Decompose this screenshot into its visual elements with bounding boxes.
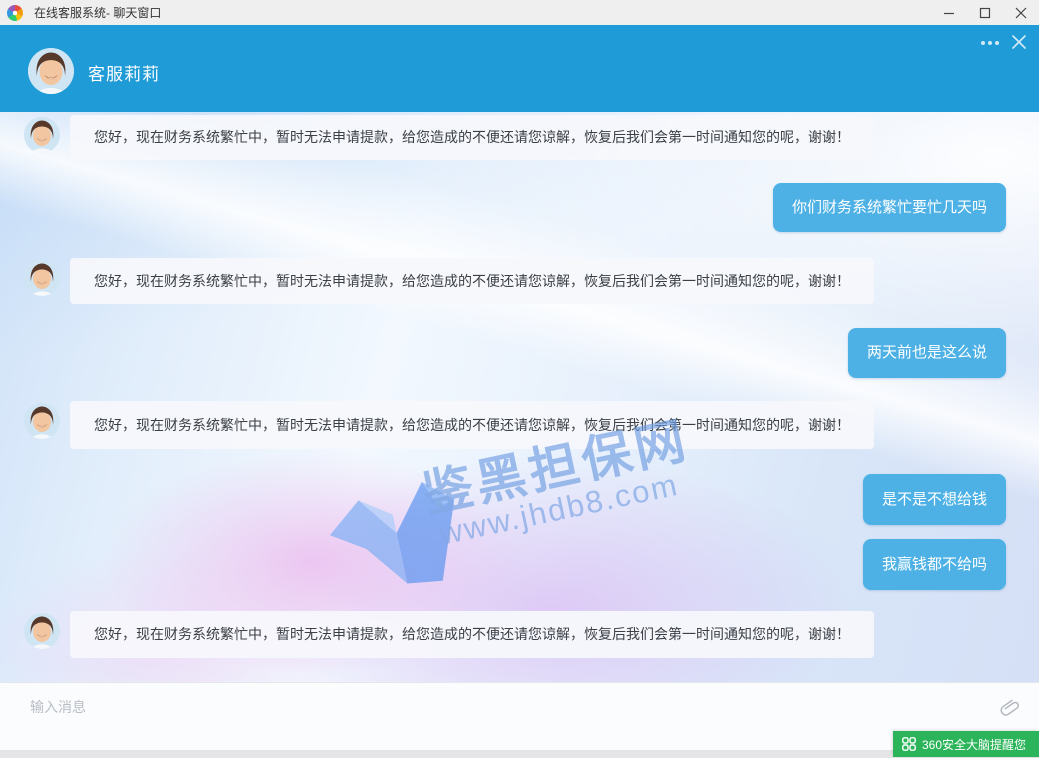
message-input[interactable]: [0, 683, 1039, 750]
window-controls: [931, 0, 1039, 25]
dot: [988, 41, 992, 45]
attachment-button[interactable]: [999, 697, 1021, 719]
close-icon: [1015, 7, 1027, 19]
security-notice-button[interactable]: 360安全大脑提醒您: [893, 731, 1039, 757]
minimize-button[interactable]: [931, 0, 967, 25]
service-message-bubble: 您好，现在财务系统繁忙中，暂时无法申请提款，给您造成的不便还请您谅解，恢复后我们…: [70, 258, 874, 304]
user-message-bubble: 我赢钱都不给吗: [863, 539, 1006, 590]
service-avatar: [24, 117, 60, 153]
message-list: 您好，现在财务系统繁忙中，暂时无法申请提款，给您造成的不便还请您谅解，恢复后我们…: [0, 112, 1039, 682]
chat-area: 您好，现在财务系统繁忙中，暂时无法申请提款，给您造成的不便还请您谅解，恢复后我们…: [0, 112, 1039, 682]
360-logo-icon: [902, 737, 916, 751]
chat-window: 在线客服系统- 聊天窗口 客服莉莉: [0, 0, 1039, 758]
user-message-bubble: 你们财务系统繁忙要忙几天吗: [773, 183, 1006, 232]
titlebar: 在线客服系统- 聊天窗口: [0, 0, 1039, 25]
user-message-row: 我赢钱都不给吗: [0, 539, 1039, 590]
service-message-row: 您好，现在财务系统繁忙中，暂时无法申请提款，给您造成的不便还请您谅解，恢复后我们…: [0, 401, 1039, 449]
window-title: 在线客服系统- 聊天窗口: [34, 4, 161, 21]
agent-face-icon: [28, 48, 74, 94]
paperclip-icon: [997, 695, 1022, 720]
agent-name: 客服莉莉: [88, 60, 160, 85]
user-message-row: 是不是不想给钱: [0, 474, 1039, 525]
service-message-row: 您好，现在财务系统繁忙中，暂时无法申请提款，给您造成的不便还请您谅解，恢复后我们…: [0, 611, 1039, 658]
dot: [995, 41, 999, 45]
minimize-icon: [943, 7, 955, 19]
user-message-bubble: 两天前也是这么说: [848, 328, 1006, 378]
app-icon: [7, 5, 23, 21]
bottom-strip: [0, 750, 1039, 758]
service-avatar: [24, 403, 60, 439]
agent-face-icon: [24, 260, 60, 296]
service-message-bubble: 您好，现在财务系统繁忙中，暂时无法申请提款，给您造成的不便还请您谅解，恢复后我们…: [70, 611, 874, 658]
agent-face-icon: [24, 613, 60, 649]
agent-face-icon: [24, 117, 60, 153]
service-message-bubble: 您好，现在财务系统繁忙中，暂时无法申请提款，给您造成的不便还请您谅解，恢复后我们…: [70, 115, 874, 160]
user-message-row: 你们财务系统繁忙要忙几天吗: [0, 183, 1039, 232]
service-avatar: [24, 260, 60, 296]
dot: [981, 41, 985, 45]
maximize-button[interactable]: [967, 0, 1003, 25]
service-message-row: 您好，现在财务系统繁忙中，暂时无法申请提款，给您造成的不便还请您谅解，恢复后我们…: [0, 258, 1039, 304]
agent-avatar: [28, 48, 74, 94]
maximize-icon: [979, 7, 991, 19]
more-options-button[interactable]: [977, 31, 1003, 55]
service-avatar: [24, 613, 60, 649]
user-message-bubble: 是不是不想给钱: [863, 474, 1006, 525]
user-message-row: 两天前也是这么说: [0, 328, 1039, 378]
composer: [0, 682, 1039, 750]
close-icon: [1011, 34, 1027, 50]
header-close-button[interactable]: [1006, 29, 1032, 55]
service-message-row: 您好，现在财务系统繁忙中，暂时无法申请提款，给您造成的不便还请您谅解，恢复后我们…: [0, 115, 1039, 160]
agent-face-icon: [24, 403, 60, 439]
chat-header: 客服莉莉: [0, 25, 1039, 112]
notice-label: 360安全大脑提醒您: [922, 736, 1026, 753]
close-button[interactable]: [1003, 0, 1039, 25]
service-message-bubble: 您好，现在财务系统繁忙中，暂时无法申请提款，给您造成的不便还请您谅解，恢复后我们…: [70, 401, 874, 449]
